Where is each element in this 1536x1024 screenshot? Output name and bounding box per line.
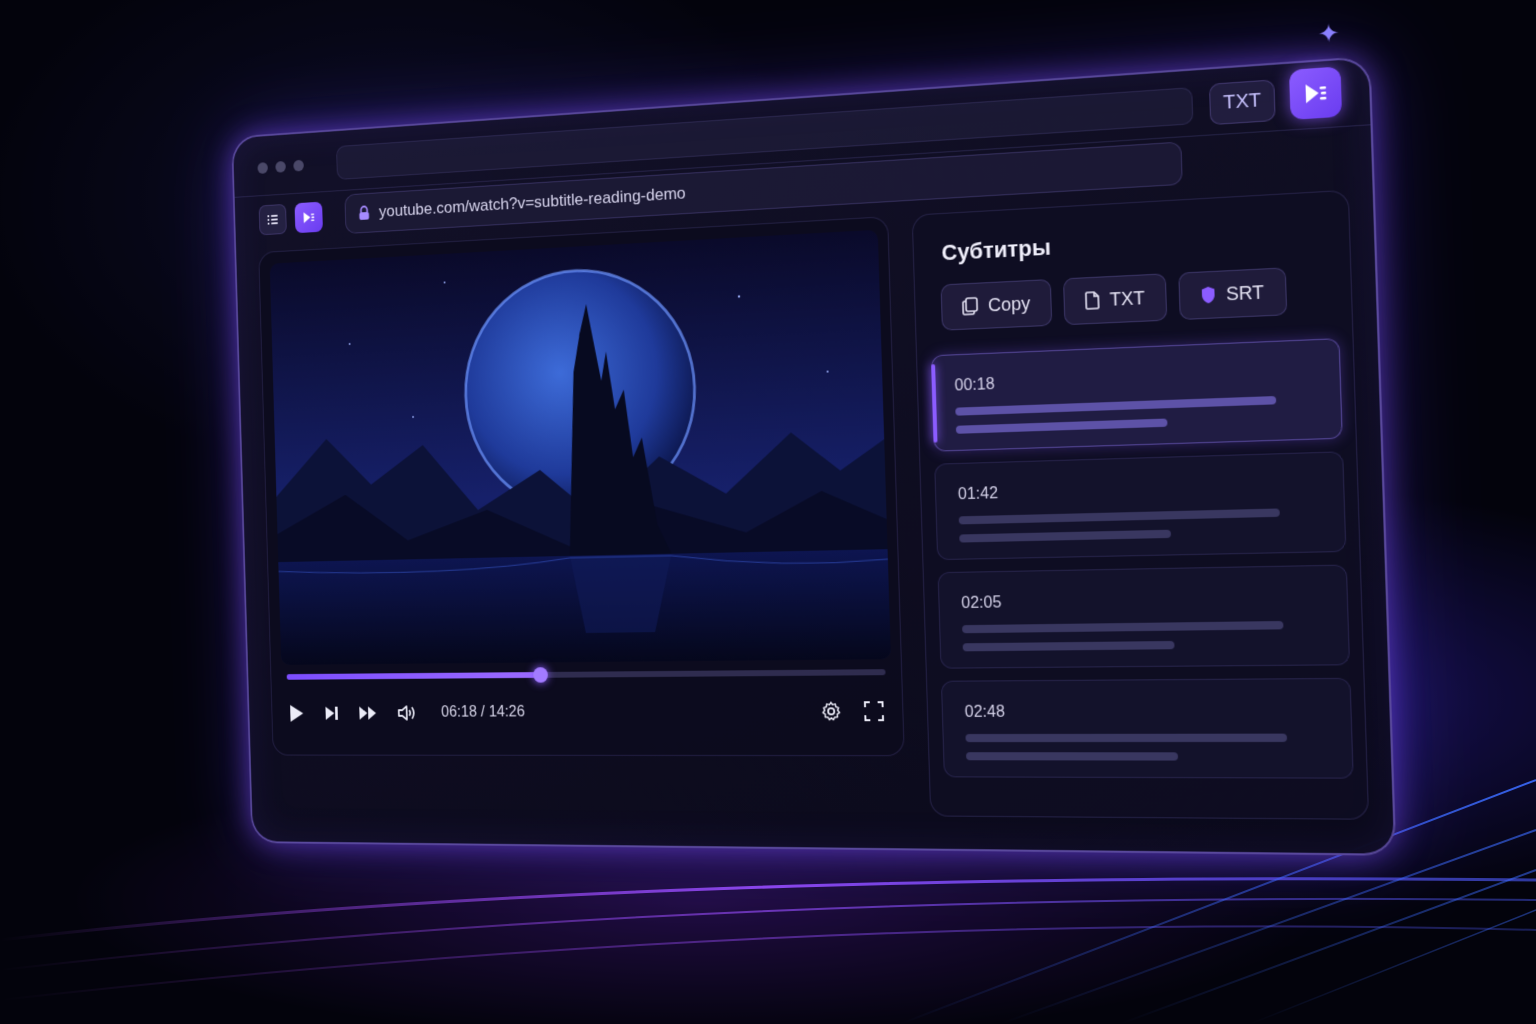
copy-icon <box>962 297 979 316</box>
window-controls <box>257 159 304 174</box>
next-button[interactable] <box>324 705 340 722</box>
video-frame[interactable] <box>269 229 891 665</box>
volume-icon <box>397 703 419 722</box>
srt-label: SRT <box>1225 281 1265 304</box>
cue-item[interactable]: 02:48 <box>940 677 1354 779</box>
fast-forward-button[interactable] <box>358 705 378 722</box>
play-list-icon <box>303 211 315 224</box>
export-actions: Copy TXT SRT <box>940 267 1287 331</box>
window-minimize-dot[interactable] <box>275 160 286 173</box>
player-controls: 06:18 / 14:26 <box>287 689 885 734</box>
volume-button[interactable] <box>397 703 419 722</box>
window-maximize-dot[interactable] <box>293 159 304 172</box>
progress-fill <box>286 672 541 680</box>
txt-label: TXT <box>1109 287 1146 310</box>
fullscreen-button[interactable] <box>863 700 885 722</box>
sparkle-icon: ✦ <box>1317 19 1340 50</box>
play-button[interactable] <box>287 703 305 724</box>
extension-small-button[interactable] <box>294 201 323 234</box>
shield-icon <box>1201 286 1215 304</box>
url-text: youtube.com/watch?v=subtitle-reading-dem… <box>378 183 686 221</box>
gear-icon <box>820 700 842 722</box>
fullscreen-icon <box>863 700 885 722</box>
cue-list: 00:18 01:42 02:05 02:48 <box>930 338 1354 791</box>
cue-text-placeholder <box>965 752 1179 761</box>
settings-button[interactable] <box>820 700 842 722</box>
browser-window: ✦ TXT youtube.com/watch?v=subtitle-readi… <box>231 19 1397 856</box>
cue-item[interactable]: 02:05 <box>937 564 1351 669</box>
cue-item[interactable]: 01:42 <box>934 451 1347 561</box>
copy-label: Copy <box>987 292 1031 315</box>
fast-forward-icon <box>359 706 377 720</box>
progress-thumb[interactable] <box>532 667 548 683</box>
play-icon <box>290 704 304 722</box>
cue-time: 02:48 <box>964 703 1006 721</box>
file-icon <box>1085 291 1100 310</box>
cue-text-placeholder <box>962 640 1175 652</box>
extension-logo-button[interactable] <box>1288 66 1343 120</box>
subtitles-panel: Субтитры Copy TXT SRT 00:18 01:42 02:05 … <box>911 189 1370 820</box>
cue-text-placeholder <box>962 620 1284 634</box>
cue-text-placeholder <box>955 396 1277 416</box>
skip-next-icon <box>325 706 338 720</box>
copy-button[interactable]: Copy <box>940 279 1053 331</box>
cue-time: 00:18 <box>954 375 995 395</box>
cue-time: 02:05 <box>961 594 1002 613</box>
panel-title: Субтитры <box>941 234 1052 266</box>
controls-spacer <box>545 711 800 712</box>
cue-text-placeholder <box>958 508 1280 525</box>
cue-text-placeholder <box>955 418 1168 434</box>
video-player[interactable]: 06:18 / 14:26 <box>258 216 905 757</box>
txt-download-button[interactable]: TXT <box>1063 273 1168 326</box>
cue-text-placeholder <box>959 529 1172 543</box>
list-icon <box>267 214 278 225</box>
play-list-icon <box>1305 83 1327 104</box>
time-display: 06:18 / 14:26 <box>440 703 526 721</box>
cue-time: 01:42 <box>957 485 999 504</box>
lock-icon <box>358 205 371 221</box>
menu-button[interactable] <box>258 203 287 236</box>
cue-text-placeholder <box>965 733 1288 743</box>
window-close-dot[interactable] <box>257 162 268 174</box>
txt-export-chip[interactable]: TXT <box>1208 79 1276 126</box>
srt-download-button[interactable]: SRT <box>1178 267 1287 321</box>
progress-bar[interactable] <box>286 667 886 683</box>
cue-item-active[interactable]: 00:18 <box>930 338 1343 452</box>
